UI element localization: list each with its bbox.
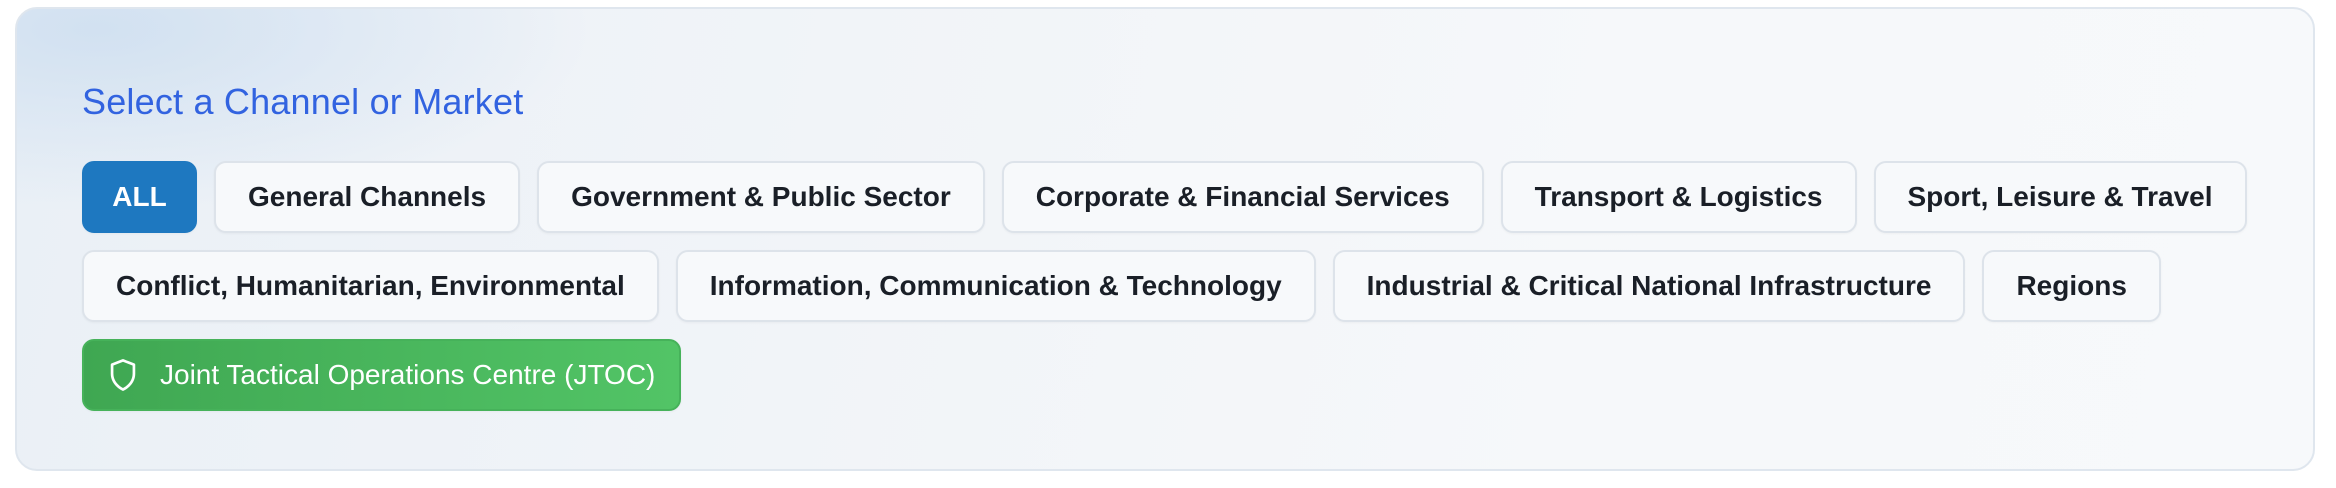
filter-conflict-humanitarian-environmental-button[interactable]: Conflict, Humanitarian, Environmental [82,250,659,322]
channel-market-panel: Select a Channel or Market ALL General C… [15,7,2315,471]
filter-row-1: ALL General Channels Government & Public… [82,161,2247,233]
filter-industrial-critical-infrastructure-button[interactable]: Industrial & Critical National Infrastru… [1332,250,1966,322]
filter-row-2: Conflict, Humanitarian, Environmental In… [82,250,2161,322]
panel-title: Select a Channel or Market [82,81,524,122]
filter-row-3: Joint Tactical Operations Centre (JTOC) [82,339,682,411]
filter-regions-button[interactable]: Regions [1982,250,2161,322]
filter-transport-logistics-button[interactable]: Transport & Logistics [1500,161,1857,233]
jtoc-button[interactable]: Joint Tactical Operations Centre (JTOC) [82,339,682,411]
filter-information-communication-technology-button[interactable]: Information, Communication & Technology [675,250,1316,322]
filter-government-public-sector-button[interactable]: Government & Public Sector [537,161,985,233]
filter-sport-leisure-travel-button[interactable]: Sport, Leisure & Travel [1873,161,2247,233]
filter-corporate-financial-services-button[interactable]: Corporate & Financial Services [1001,161,1484,233]
shield-icon [110,359,136,391]
filter-all-button[interactable]: ALL [82,161,197,233]
jtoc-label: Joint Tactical Operations Centre (JTOC) [160,359,656,390]
filter-general-channels-button[interactable]: General Channels [214,161,521,233]
